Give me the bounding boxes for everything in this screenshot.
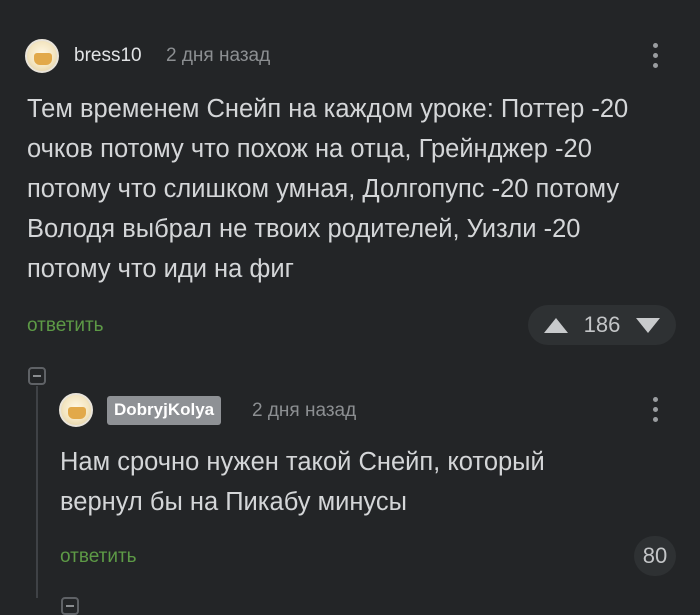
avatar[interactable] bbox=[59, 393, 93, 427]
kebab-menu-icon[interactable] bbox=[652, 397, 658, 427]
collapse-thread-icon[interactable] bbox=[28, 367, 46, 385]
reply-link[interactable]: ответить bbox=[60, 546, 137, 568]
comment-text: Нам срочно нужен такой Снейп, который ве… bbox=[60, 448, 545, 516]
thread-line bbox=[36, 386, 38, 598]
timestamp: 2 дня назад bbox=[252, 400, 357, 421]
avatar[interactable] bbox=[25, 39, 59, 73]
kebab-menu-icon[interactable] bbox=[652, 43, 658, 73]
collapse-thread-icon[interactable] bbox=[61, 597, 79, 615]
downvote-icon[interactable] bbox=[636, 317, 661, 333]
rating-control: 186 bbox=[528, 305, 676, 345]
upvote-icon[interactable] bbox=[543, 317, 568, 333]
rating-value: 186 bbox=[583, 312, 621, 337]
rating-value: 80 bbox=[634, 536, 676, 576]
username[interactable]: bress10 bbox=[74, 45, 142, 67]
username-badge[interactable]: DobryjKolya bbox=[107, 396, 222, 425]
comment-text: Тем временем Снейп на каждом уроке: Потт… bbox=[27, 95, 629, 283]
reply-link[interactable]: ответить bbox=[27, 315, 104, 337]
timestamp: 2 дня назад bbox=[166, 45, 271, 66]
